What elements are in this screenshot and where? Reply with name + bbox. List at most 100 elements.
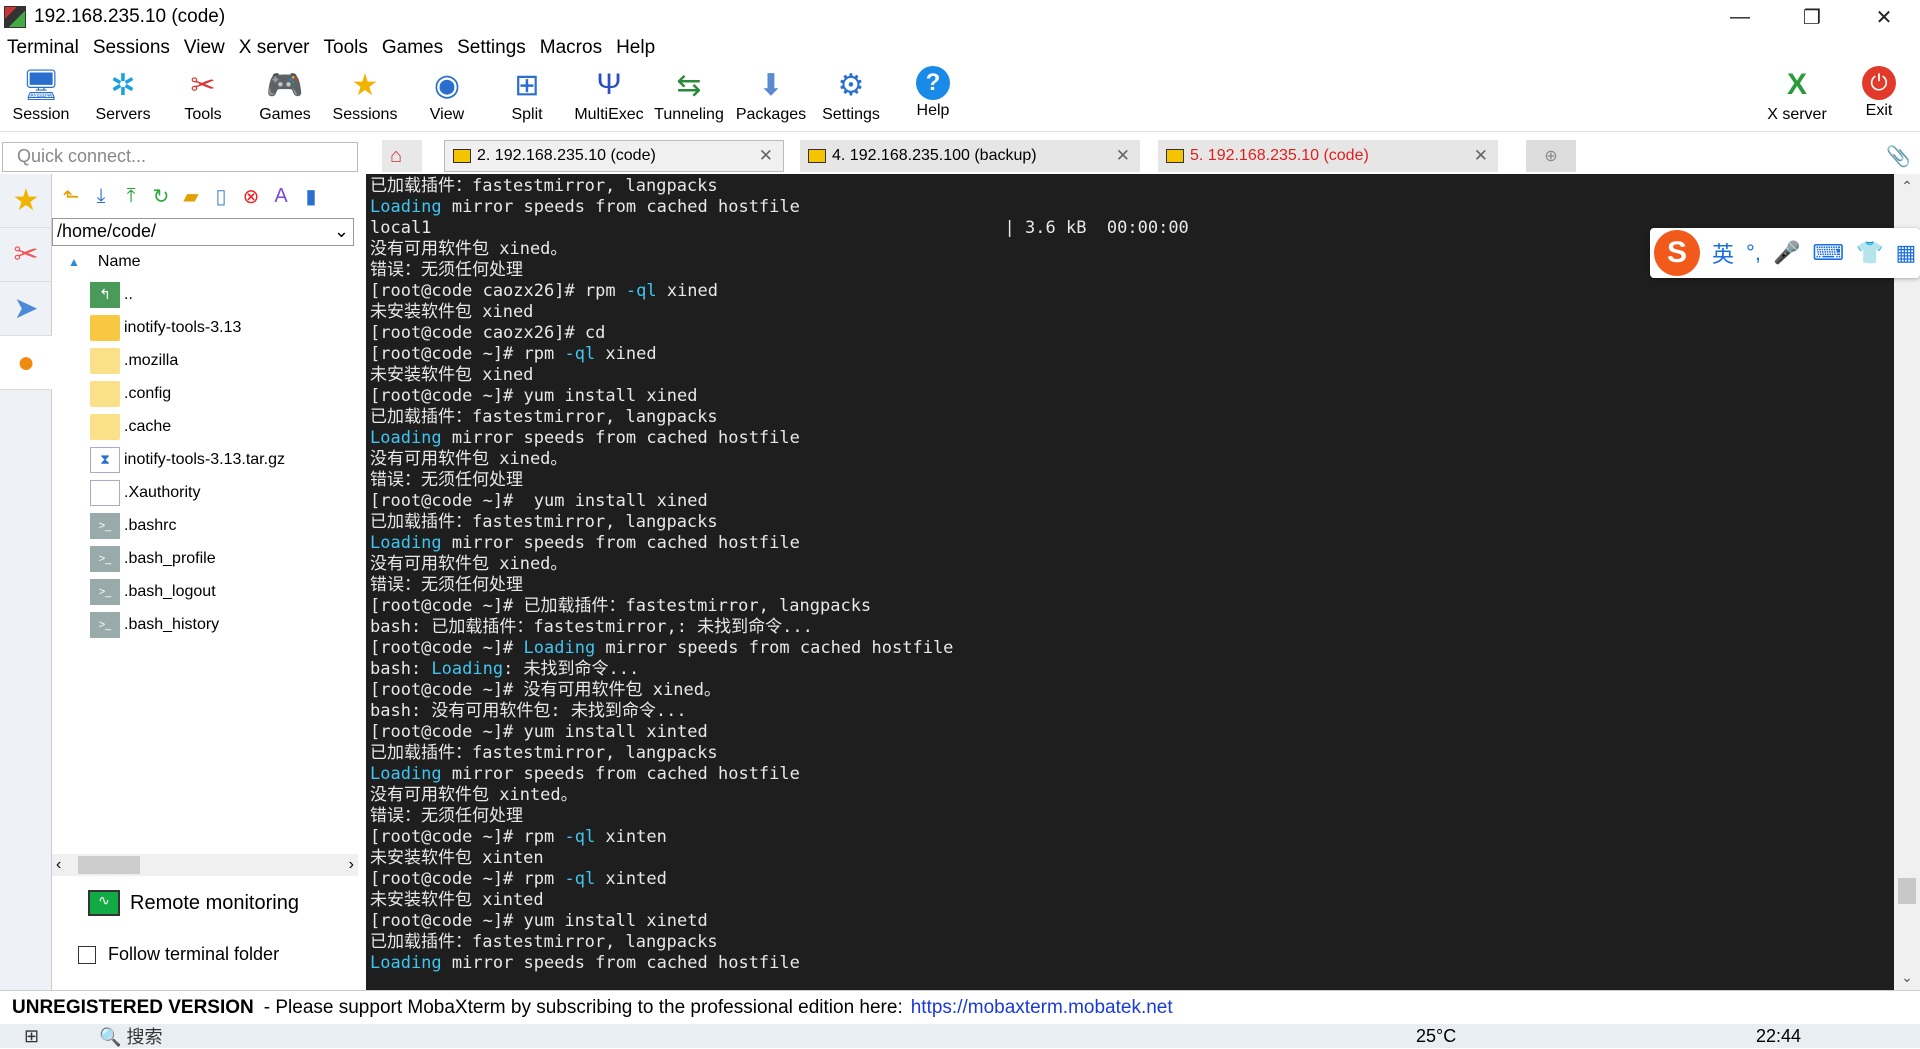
horizontal-scrollbar[interactable]: ‹ ›	[52, 854, 358, 876]
toolbox-icon[interactable]: ▦	[1896, 240, 1917, 266]
menu-sessions[interactable]: Sessions	[86, 37, 177, 59]
servers-button[interactable]: ✲ Servers	[84, 66, 162, 130]
restore-button[interactable]: ❐	[1776, 0, 1848, 34]
settings-button[interactable]: ⚙ Settings	[812, 66, 890, 130]
help-button[interactable]: ? Help	[894, 66, 972, 130]
menu-tools[interactable]: Tools	[317, 37, 375, 59]
close-icon[interactable]: ✕	[759, 146, 773, 166]
rename-icon[interactable]: A	[266, 181, 296, 211]
file-row[interactable]: ↰..	[52, 278, 358, 311]
terminal-line: 错误：无须任何处理	[370, 575, 1189, 596]
skin-icon[interactable]: 👕	[1856, 240, 1883, 266]
tools-button[interactable]: ✂ Tools	[164, 66, 242, 130]
scroll-down-icon[interactable]: ⌄	[1894, 969, 1920, 986]
tab-session-4[interactable]: 4. 192.168.235.100 (backup) ✕	[800, 140, 1140, 172]
sessions-side-tab[interactable]: ★	[0, 174, 52, 228]
tunneling-button[interactable]: ⇆ Tunneling	[650, 66, 728, 130]
scroll-thumb[interactable]	[1898, 878, 1916, 904]
games-button[interactable]: 🎮 Games	[246, 66, 324, 130]
file-row[interactable]: .Xauthority	[52, 476, 358, 509]
sftp-side-tab[interactable]: ●	[0, 336, 52, 390]
checkbox[interactable]	[78, 945, 96, 964]
terminal-line: local1 | 3.6 kB 00:00:00	[370, 218, 1189, 239]
taskbar-search[interactable]: 🔍 搜索	[99, 1023, 162, 1049]
permissions-icon[interactable]: ▮	[296, 181, 326, 211]
tab-session-5[interactable]: 5. 192.168.235.10 (code) ✕	[1158, 140, 1498, 172]
search-label: 搜索	[126, 1027, 163, 1047]
home-tab[interactable]: ⌂	[382, 140, 422, 172]
attach-button[interactable]: 📎	[1878, 140, 1911, 172]
terminal-output[interactable]: 已加载插件：fastestmirror, langpacks Loading mi…	[366, 174, 1894, 990]
menu-view[interactable]: View	[177, 37, 232, 59]
paper-plane-icon: ➤	[13, 292, 39, 325]
terminal-text: [root@code ~]# rpm	[370, 869, 565, 889]
file-row[interactable]: .mozilla	[52, 344, 358, 377]
punctuation-icon[interactable]: °,	[1746, 240, 1761, 266]
scroll-up-icon[interactable]: ⌃	[1894, 178, 1920, 195]
quick-connect-input[interactable]: Quick connect...	[2, 142, 358, 172]
keyboard-icon[interactable]: ⌨	[1812, 240, 1844, 266]
terminal-tab-icon	[1166, 149, 1184, 163]
column-header[interactable]: ▲ Name	[52, 246, 358, 278]
chevron-down-icon[interactable]: ⌄	[334, 221, 349, 243]
terminal-line: [root@code ~]# 已加载插件：fastestmirror, lang…	[370, 596, 1189, 617]
window-title: 192.168.235.10 (code)	[34, 6, 226, 27]
terminal-text: 错误：无须任何处理	[370, 260, 523, 280]
title-bar: 192.168.235.10 (code) — ❐ ✕	[0, 0, 1920, 34]
file-row[interactable]: ⧗ inotify-tools-3.13.tar.gz	[52, 443, 358, 476]
microphone-icon[interactable]: 🎤	[1773, 240, 1800, 266]
close-button[interactable]: ✕	[1848, 0, 1920, 34]
close-icon[interactable]: ✕	[1116, 146, 1130, 166]
path-field[interactable]: /home/code/ ⌄	[52, 218, 354, 246]
mobatek-link[interactable]: https://mobaxterm.mobatek.net	[911, 997, 1173, 1019]
scroll-right-icon[interactable]: ›	[349, 856, 354, 874]
start-icon[interactable]: ⊞	[24, 1026, 39, 1047]
multiexec-button[interactable]: Ψ MultiExec	[570, 66, 648, 130]
file-row[interactable]: >_ .bash_profile	[52, 542, 358, 575]
menu-macros[interactable]: Macros	[533, 37, 609, 59]
upload-icon[interactable]: ⤒	[116, 181, 146, 211]
menu-games[interactable]: Games	[375, 37, 450, 59]
file-row[interactable]: .cache	[52, 410, 358, 443]
new-folder-icon[interactable]: ▰	[176, 181, 206, 211]
sessions-button[interactable]: ★ Sessions	[326, 66, 404, 130]
ime-language-toggle[interactable]: 英	[1712, 237, 1734, 269]
packages-button[interactable]: ⬇ Packages	[732, 66, 810, 130]
file-row[interactable]: >_ .bashrc	[52, 509, 358, 542]
menu-settings[interactable]: Settings	[450, 37, 533, 59]
terminal-scrollbar[interactable]: ⌃ ⌄	[1894, 174, 1920, 990]
ime-toolbar: S 英 °, 🎤 ⌨ 👕 ▦	[1650, 228, 1920, 278]
new-file-icon[interactable]: ▯	[206, 181, 236, 211]
file-name: .config	[124, 384, 172, 402]
menu-x-server[interactable]: X server	[232, 37, 317, 59]
file-row[interactable]: .config	[52, 377, 358, 410]
sogou-logo-icon[interactable]: S	[1654, 230, 1700, 276]
parent-folder-icon[interactable]: ⬑	[56, 181, 86, 211]
split-button[interactable]: ⊞ Split	[488, 66, 566, 130]
file-row[interactable]: >_ .bash_history	[52, 608, 358, 641]
scroll-thumb[interactable]	[78, 856, 140, 874]
menu-help[interactable]: Help	[609, 37, 662, 59]
scroll-left-icon[interactable]: ‹	[56, 856, 61, 874]
refresh-icon[interactable]: ↻	[146, 181, 176, 211]
close-icon[interactable]: ✕	[1474, 146, 1488, 166]
x-server-button[interactable]: XX server	[1758, 66, 1836, 130]
new-tab-button[interactable]: ⊕	[1526, 140, 1576, 172]
menu-terminal[interactable]: Terminal	[0, 37, 86, 59]
terminal-text: bash: 没有可用软件包: 未找到命令...	[370, 701, 687, 721]
file-row[interactable]: inotify-tools-3.13	[52, 311, 358, 344]
file-row[interactable]: >_ .bash_logout	[52, 575, 358, 608]
download-icon[interactable]: ⤓	[86, 181, 116, 211]
delete-icon[interactable]: ⊗	[236, 181, 266, 211]
follow-terminal-folder-checkbox[interactable]: Follow terminal folder	[78, 944, 279, 965]
view-button[interactable]: ◉ View	[408, 66, 486, 130]
file-name: .mozilla	[124, 351, 179, 369]
remote-monitoring-button[interactable]: ∿ Remote monitoring	[88, 890, 299, 916]
session-button[interactable]: 🖥 Session	[2, 66, 80, 130]
exit-button[interactable]: ⏻ Exit	[1840, 66, 1918, 130]
macros-side-tab[interactable]: ➤	[0, 282, 52, 336]
tab-session-2[interactable]: 2. 192.168.235.10 (code) ✕	[444, 140, 784, 172]
tools-side-tab[interactable]: ✂	[0, 228, 52, 282]
minimize-button[interactable]: —	[1704, 0, 1776, 34]
clock[interactable]: 22:44	[1756, 1026, 1801, 1047]
